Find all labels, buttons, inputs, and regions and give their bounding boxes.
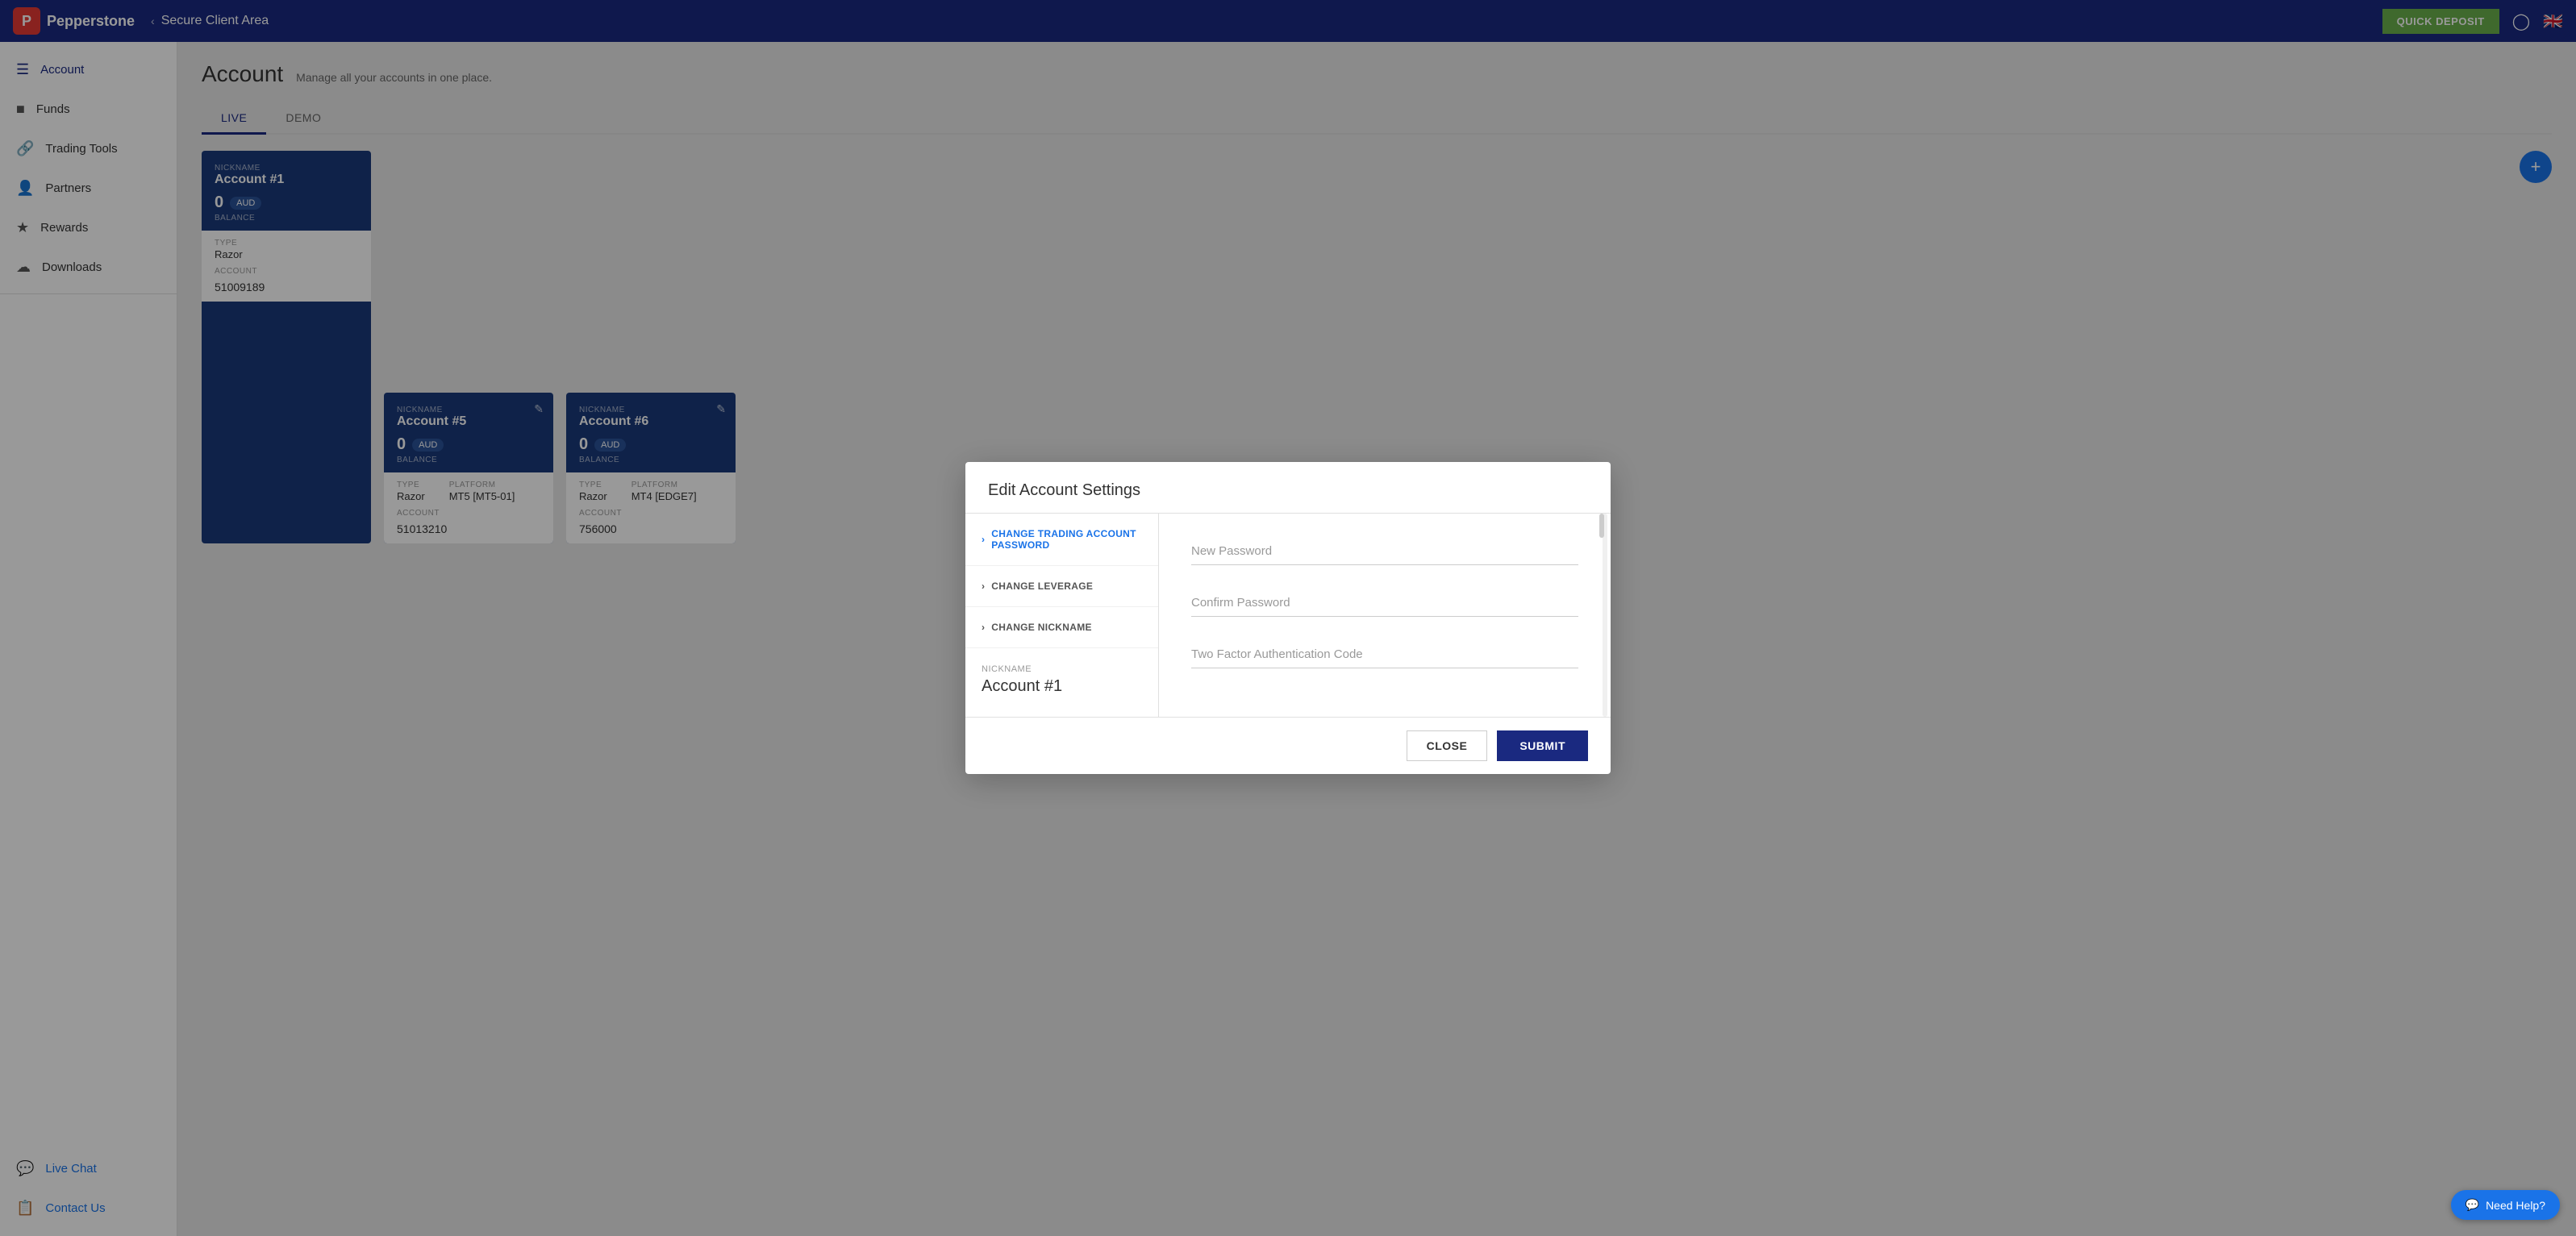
new-password-input[interactable]	[1191, 538, 1578, 565]
modal-form-content	[1159, 514, 1611, 717]
modal-menu-change-password-label: CHANGE TRADING ACCOUNT PASSWORD	[991, 528, 1142, 551]
modal-header: Edit Account Settings	[965, 462, 1611, 514]
modal-nickname-label: NICKNAME	[982, 664, 1142, 674]
edit-account-modal: Edit Account Settings › CHANGE TRADING A…	[965, 462, 1611, 774]
modal-menu-change-password[interactable]: › CHANGE TRADING ACCOUNT PASSWORD	[965, 514, 1158, 566]
close-button[interactable]: CLOSE	[1407, 730, 1488, 761]
modal-nickname-value: Account #1	[982, 677, 1142, 696]
modal-scrollbar-track[interactable]	[1603, 514, 1607, 717]
modal-nickname-section: NICKNAME Account #1	[965, 648, 1158, 712]
modal-overlay[interactable]: Edit Account Settings › CHANGE TRADING A…	[0, 0, 2576, 1236]
two-factor-field	[1191, 641, 1578, 668]
two-factor-input[interactable]	[1191, 641, 1578, 668]
chevron-right-icon-leverage: ›	[982, 581, 985, 592]
modal-scrollbar-thumb[interactable]	[1599, 514, 1604, 538]
modal-footer: CLOSE SUBMIT	[965, 717, 1611, 774]
need-help-widget[interactable]: 💬 Need Help?	[2451, 1190, 2560, 1220]
confirm-password-input[interactable]	[1191, 589, 1578, 617]
modal-menu-change-leverage-label: CHANGE LEVERAGE	[991, 581, 1093, 592]
need-help-label: Need Help?	[2486, 1199, 2545, 1212]
chat-bubble-icon: 💬	[2466, 1198, 2479, 1212]
submit-button[interactable]: SUBMIT	[1497, 730, 1588, 761]
modal-menu-change-leverage[interactable]: › CHANGE LEVERAGE	[965, 566, 1158, 607]
modal-sidebar: › CHANGE TRADING ACCOUNT PASSWORD › CHAN…	[965, 514, 1159, 717]
confirm-password-field	[1191, 589, 1578, 617]
chevron-right-icon-nickname: ›	[982, 622, 985, 633]
chevron-right-icon-password: ›	[982, 534, 985, 545]
modal-body: › CHANGE TRADING ACCOUNT PASSWORD › CHAN…	[965, 514, 1611, 717]
new-password-field	[1191, 538, 1578, 565]
modal-menu-change-nickname-label: CHANGE NICKNAME	[991, 622, 1092, 633]
modal-menu-change-nickname[interactable]: › CHANGE NICKNAME	[965, 607, 1158, 648]
